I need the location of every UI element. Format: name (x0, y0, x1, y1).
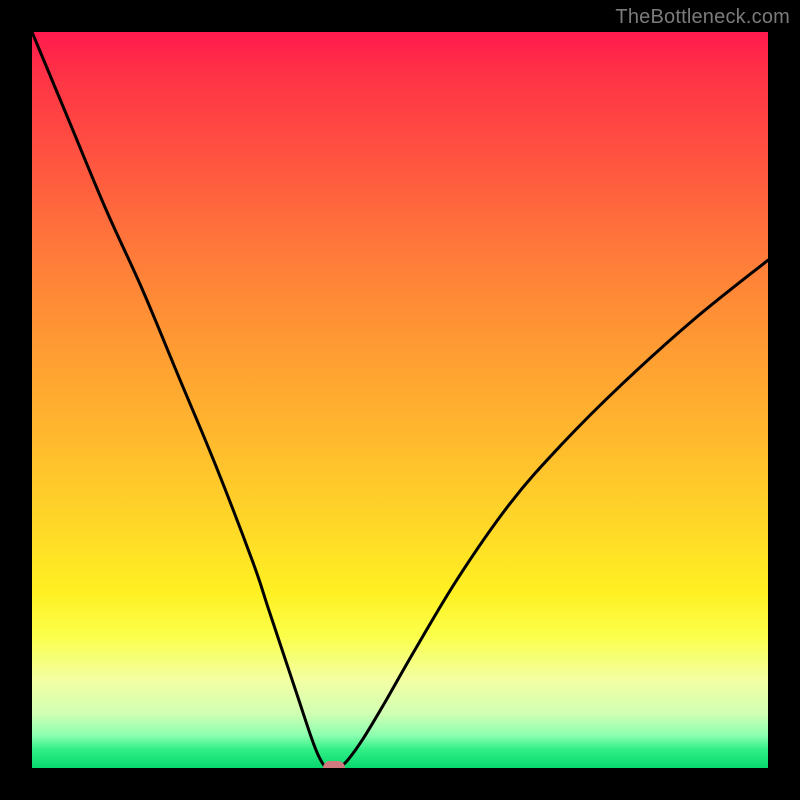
chart-frame: TheBottleneck.com (0, 0, 800, 800)
plot-area (32, 32, 768, 768)
bottleneck-curve (32, 32, 768, 768)
optimal-point-marker (323, 761, 345, 768)
watermark-text: TheBottleneck.com (615, 6, 790, 29)
